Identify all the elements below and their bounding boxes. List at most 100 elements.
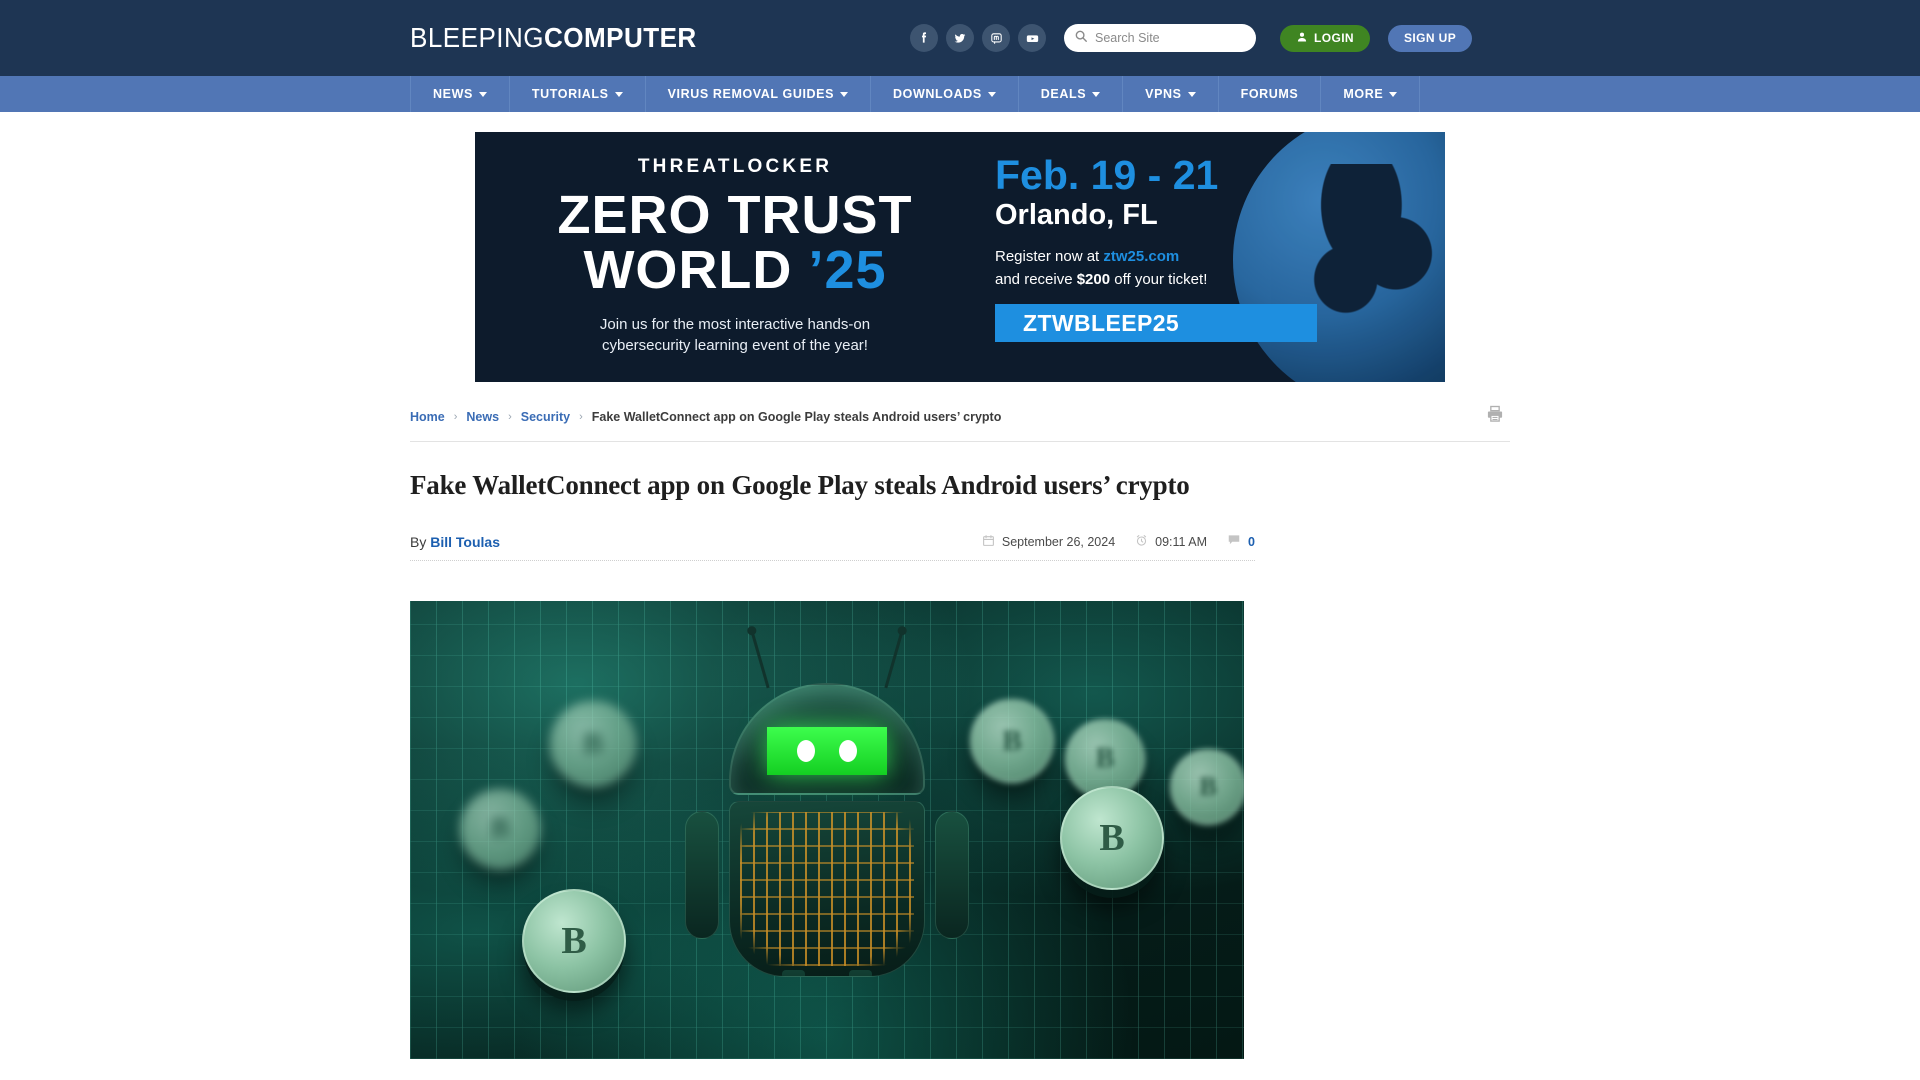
ad-promo-code: ZTWBLEEP25 [995,304,1317,343]
comment-count[interactable]: 0 [1227,533,1255,550]
nav-item-news[interactable]: NEWS [411,76,510,112]
robot-body [729,801,925,977]
ad-register-prefix: Register now at [995,248,1104,266]
robot-leg-left [782,970,805,976]
nav-label: DEALS [1040,87,1087,101]
header-inner: BLEEPINGCOMPUTER Search Site LOGIN SIGN … [410,22,1510,54]
ad-register-text: Register now at ztw25.com and receive $2… [995,246,1445,291]
search-box[interactable] [1064,24,1256,52]
breadcrumb-item-current: Fake WalletConnect app on Google Play st… [591,409,1002,424]
nav-label: DOWNLOADS [893,87,982,101]
site-header: BLEEPINGCOMPUTER Search Site LOGIN SIGN … [0,0,1920,76]
ad-brand: THREATLOCKER [637,156,833,177]
ad-right-panel: Feb. 19 - 21 Orlando, FL Register now at… [995,132,1445,382]
nav-item-deals[interactable]: DEALS [1019,76,1124,112]
article-column: Fake WalletConnect app on Google Play st… [410,470,1255,1059]
chevron-down-icon [1092,91,1101,97]
nav-label: VIRUS REMOVAL GUIDES [667,87,835,101]
ad-headline-word: WORLD [583,240,793,301]
signup-button[interactable]: SIGN UP [1388,24,1473,52]
breadcrumb-item-security[interactable]: Security [521,410,570,424]
bitcoin-coin: B [550,701,636,787]
ad-discount-prefix: and receive [995,270,1077,288]
breadcrumb: Home › News › Security › Fake WalletConn… [410,410,1001,424]
publish-time-text: 09:11 AM [1155,534,1208,549]
nav-label: FORUMS [1240,87,1299,101]
comment-bubble-icon [1227,533,1241,550]
ad-subtitle: Join us for the most interactive hands-o… [475,314,995,357]
bitcoin-coin: B [1170,749,1244,825]
calendar-icon [982,534,995,550]
robot-visor [767,727,887,775]
chevron-down-icon [614,91,623,97]
breadcrumb-separator: › [508,410,512,423]
ad-headline-year: ’25 [808,240,887,301]
breadcrumb-item-news[interactable]: News [466,410,499,424]
ad-discount-suffix: off your ticket! [1110,270,1208,288]
publish-date: September 26, 2024 [982,534,1115,550]
print-icon[interactable] [1485,404,1510,429]
youtube-icon[interactable] [1018,24,1046,52]
article-meta-row: By Bill Toulas September 26, 2024 09:11 … [410,533,1255,561]
article-meta-right: September 26, 2024 09:11 AM 0 [982,533,1255,550]
search-icon [1074,29,1088,48]
ad-subtitle-line1: Join us for the most interactive hands-o… [599,316,871,334]
nav-item-forums[interactable]: FORUMS [1219,76,1322,112]
threatlocker-ad-banner[interactable]: THREATLOCKER ZERO TRUST WORLD ’25 Join u… [475,132,1445,382]
nav-item-tutorials[interactable]: TUTORIALS [510,76,646,112]
main-navigation: NEWS TUTORIALS VIRUS REMOVAL GUIDES DOWN… [0,76,1920,112]
robot-arm-left [685,811,719,939]
login-button[interactable]: LOGIN [1280,24,1370,52]
header-right-group: LOGIN SIGN UP [910,24,1473,52]
robot-eye-right [839,740,857,762]
nav-label: VPNS [1145,87,1182,101]
robot-leg-right [849,970,872,976]
breadcrumb-item-home[interactable]: Home [410,410,445,424]
facebook-icon[interactable] [910,24,938,52]
ad-register-link[interactable]: ztw25.com [1103,248,1179,265]
nav-label: MORE [1343,87,1384,101]
robot-head [729,633,925,795]
ad-event-city: Orlando, FL [995,199,1158,232]
ad-discount-amount: $200 [1076,270,1111,288]
ad-event-date: Feb. 19 - 21 [995,152,1219,198]
chevron-down-icon [478,91,487,97]
author-link[interactable]: Bill Toulas [430,534,500,550]
twitter-icon[interactable] [946,24,974,52]
bitcoin-coin: B [460,789,540,869]
nav-label: NEWS [433,87,473,101]
signup-button-label: SIGN UP [1404,31,1457,45]
breadcrumb-row: Home › News › Security › Fake WalletConn… [410,404,1510,442]
robot-arm-right [935,811,969,939]
mastodon-icon[interactable] [982,24,1010,52]
logo-text-light: BLEEPING [410,22,544,53]
breadcrumb-separator: › [453,410,458,423]
chevron-down-icon [840,91,849,97]
site-logo[interactable]: BLEEPINGCOMPUTER [410,22,697,54]
byline-prefix: By [410,533,431,550]
android-robot [685,633,969,977]
nav-item-more[interactable]: MORE [1321,76,1421,112]
ad-headline-line1: ZERO TRUST [557,185,913,245]
nav-item-vpns[interactable]: VPNS [1123,76,1219,112]
ad-subtitle-line2: cybersecurity learning event of the year… [602,337,868,355]
chevron-down-icon [1187,91,1196,97]
page-title: Fake WalletConnect app on Google Play st… [410,470,1190,500]
publish-time: 09:11 AM [1135,534,1207,550]
byline: By Bill Toulas [410,534,500,550]
ad-headline-line2: WORLD ’25 [475,243,995,298]
bitcoin-coin: B [522,889,626,993]
article-hero-image: B B B B B B B [410,601,1244,1059]
nav-item-virus-removal-guides[interactable]: VIRUS REMOVAL GUIDES [646,76,872,112]
publish-date-text: September 26, 2024 [1001,534,1116,549]
page-content: Home › News › Security › Fake WalletConn… [410,382,1510,1059]
nav-item-downloads[interactable]: DOWNLOADS [871,76,1019,112]
search-input[interactable] [1095,31,1246,45]
alarm-clock-icon [1135,534,1148,550]
bitcoin-coin: B [1060,786,1164,890]
robot-eye-left [797,740,815,762]
robot-circuit-pattern [740,812,914,966]
advertisement-area: THREATLOCKER ZERO TRUST WORLD ’25 Join u… [410,112,1510,382]
chevron-down-icon [1389,91,1398,97]
logo-text-bold: COMPUTER [543,22,697,53]
